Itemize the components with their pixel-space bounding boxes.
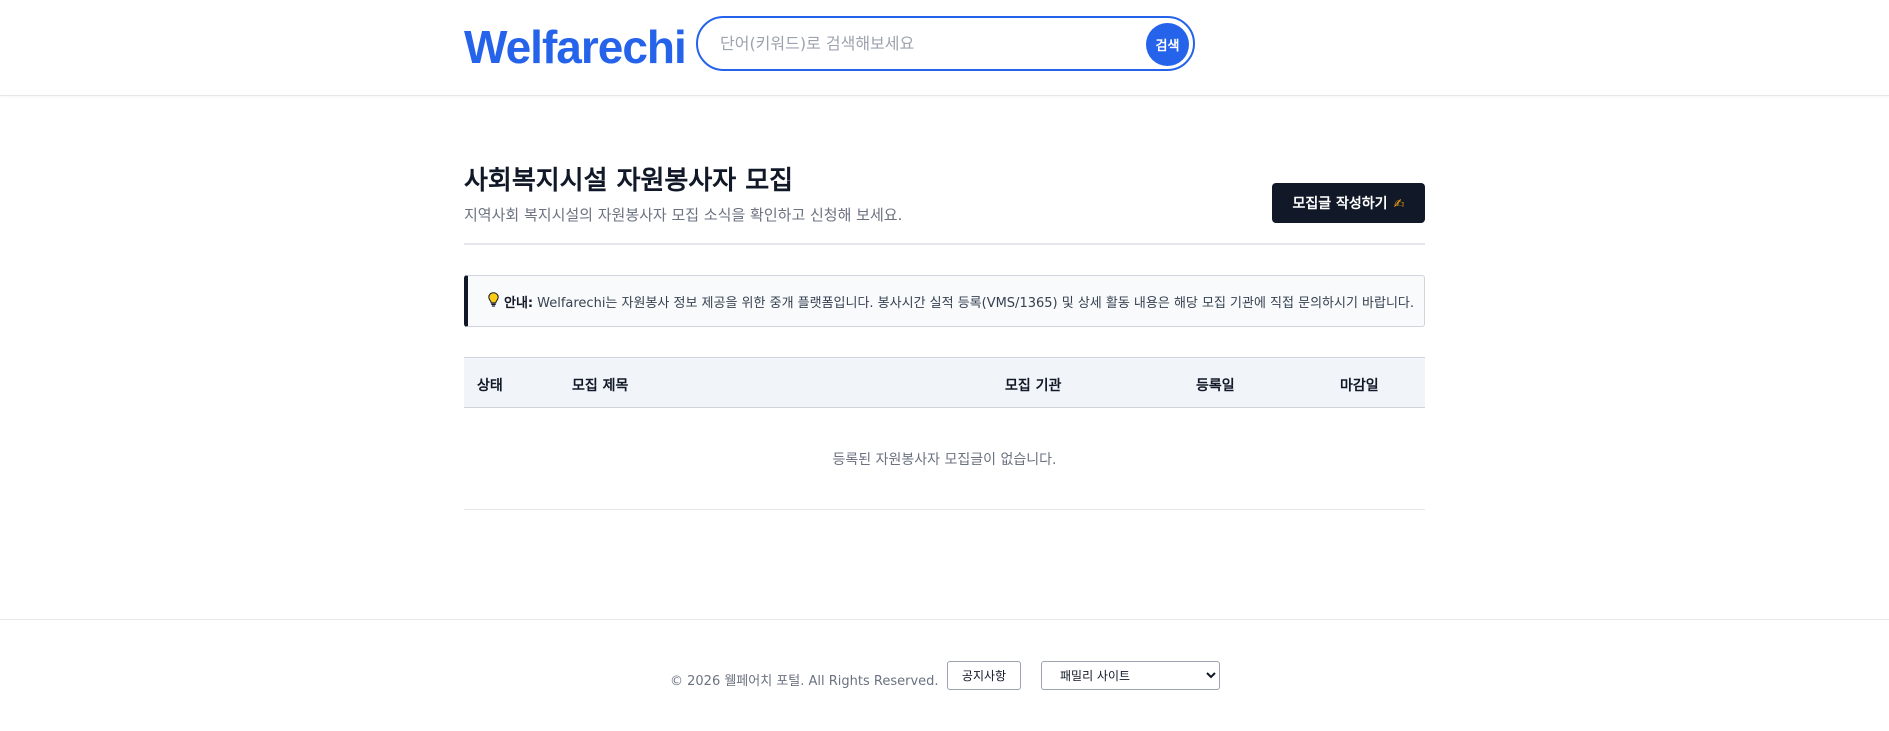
search-bar: 검색 <box>696 16 1195 71</box>
family-site-select[interactable]: 패밀리 사이트 <box>1041 661 1220 690</box>
search-button[interactable]: 검색 <box>1146 23 1189 66</box>
copyright-text: © 2026 웰페어치 포털. All Rights Reserved. <box>670 674 939 689</box>
recruit-table: 상태 모집 제목 모집 기관 등록일 마감일 등록된 자원봉사자 모집글이 없습… <box>464 357 1425 510</box>
column-status: 상태 <box>477 378 503 394</box>
notice-label: 안내: <box>504 295 534 311</box>
page-title: 사회복지시설 자원봉사자 모집 <box>464 166 794 196</box>
site-footer: © 2026 웰페어치 포털. All Rights Reserved. 공지사… <box>0 619 1889 731</box>
column-deadline: 마감일 <box>1340 378 1379 394</box>
column-title: 모집 제목 <box>572 378 629 394</box>
notice-text: Welfarechi는 자원봉사 정보 제공을 위한 중개 플랫폼입니다. 봉사… <box>537 295 1415 311</box>
lightbulb-icon <box>488 291 499 311</box>
table-header: 상태 모집 제목 모집 기관 등록일 마감일 <box>464 357 1425 408</box>
page-subtitle: 지역사회 복지시설의 자원봉사자 모집 소식을 확인하고 신청해 보세요. <box>464 206 903 224</box>
empty-message: 등록된 자원봉사자 모집글이 없습니다. <box>464 408 1425 510</box>
column-organization: 모집 기관 <box>1005 378 1062 394</box>
notice-box: 안내: Welfarechi는 자원봉사 정보 제공을 위한 중개 플랫폼입니다… <box>464 275 1425 327</box>
search-input[interactable] <box>720 18 1130 69</box>
write-post-label: 모집글 작성하기 <box>1292 196 1388 212</box>
site-header: Welfarechi 검색 <box>0 0 1889 96</box>
site-logo[interactable]: Welfarechi <box>464 20 687 74</box>
write-post-button[interactable]: 모집글 작성하기 ✍ <box>1272 183 1425 223</box>
writing-hand-icon: ✍ <box>1393 197 1405 212</box>
title-divider <box>464 243 1425 245</box>
notice-button[interactable]: 공지사항 <box>947 661 1021 690</box>
column-registered-date: 등록일 <box>1196 378 1235 394</box>
